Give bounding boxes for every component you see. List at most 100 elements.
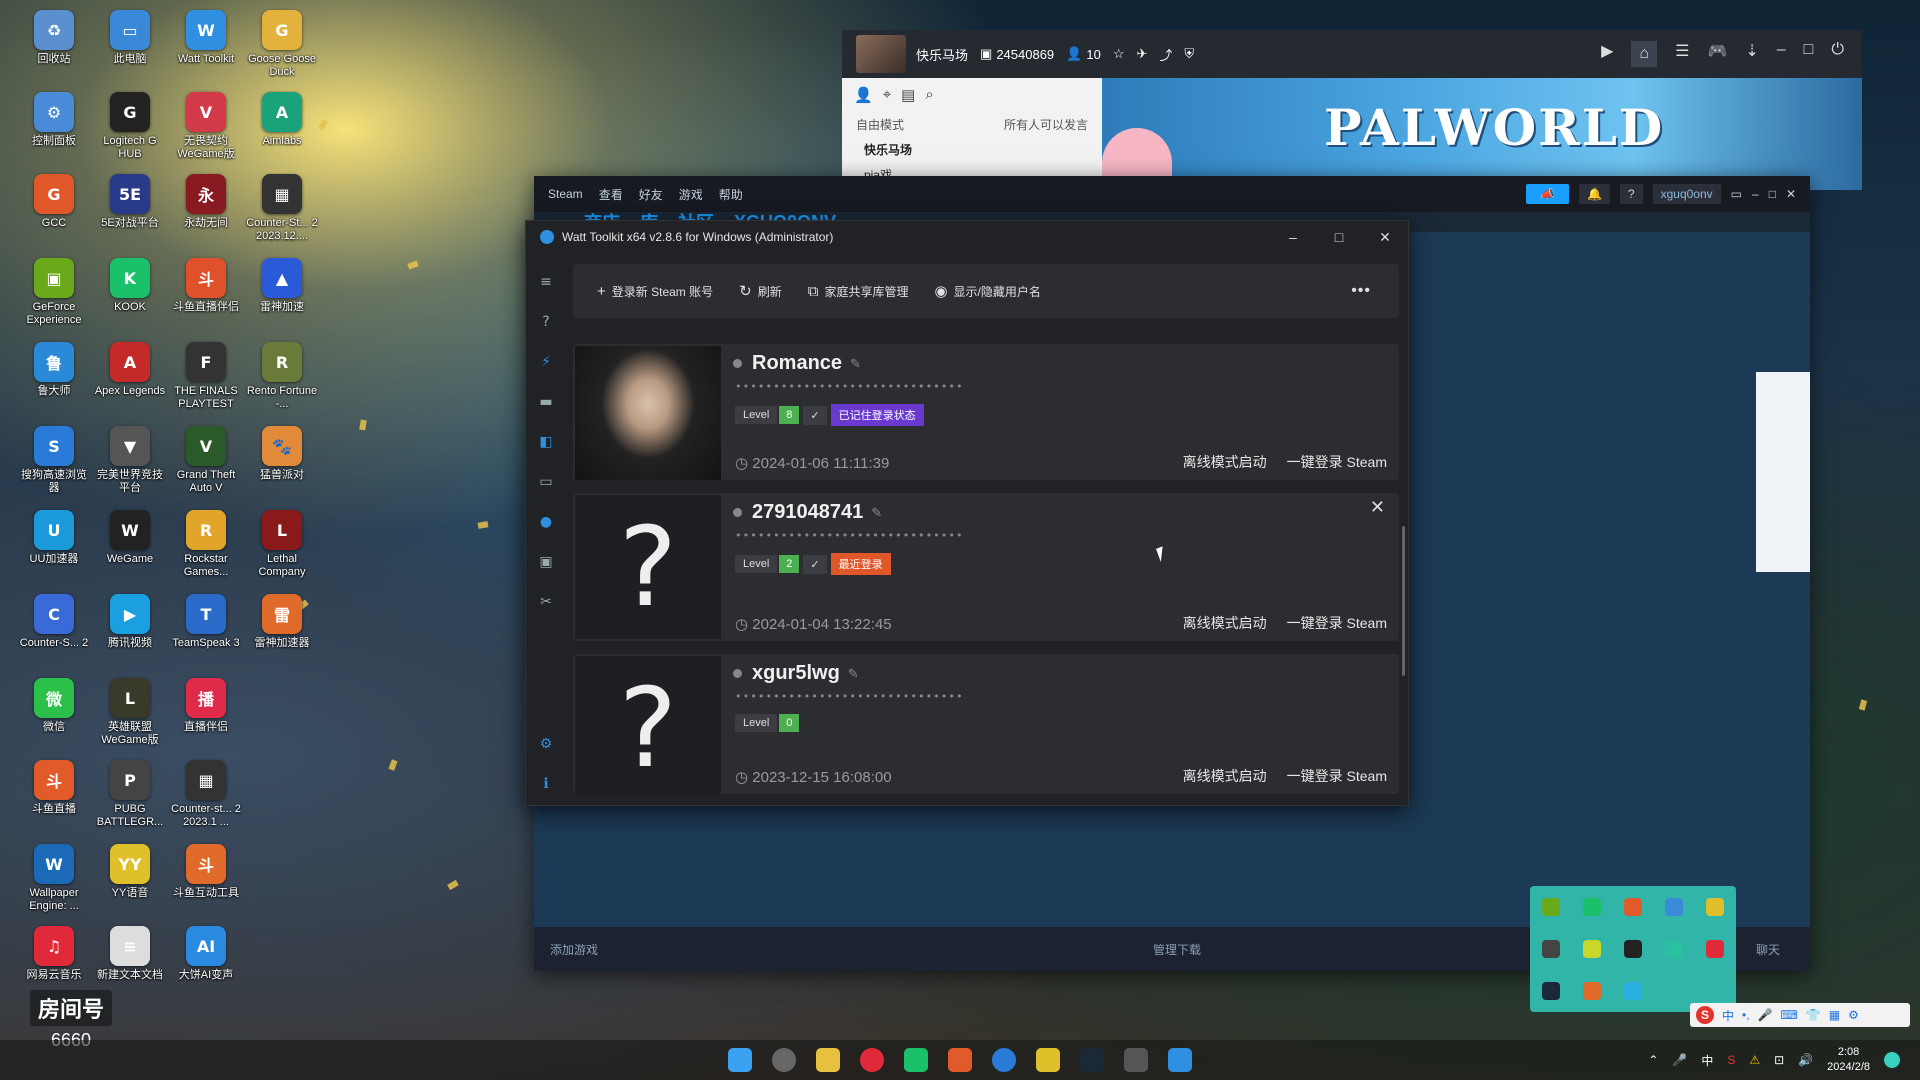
menu-friends[interactable]: 好友 (639, 186, 663, 203)
plane-icon[interactable]: ✈ (1136, 46, 1147, 62)
account-card[interactable]: ? xgur5lwg ✎ ••••••••••••••••••••••••••••••… (573, 654, 1399, 794)
desktop-icon[interactable]: ▶ 腾讯视频 (92, 594, 168, 650)
punct-icon[interactable]: •, (1742, 1008, 1750, 1022)
gamepad-icon[interactable]: 🎮 (1707, 41, 1727, 67)
clock[interactable]: 2:08 2024/2/8 (1827, 1045, 1870, 1075)
desktop-icon[interactable]: YY YY语音 (92, 844, 168, 900)
desktop-icon[interactable]: P PUBG BATTLEGR... (92, 760, 168, 829)
toggle-username-button[interactable]: ◉ 显示/隐藏用户名 (934, 282, 1040, 300)
friends-chat-button[interactable]: 聊天 (1756, 941, 1780, 958)
sogou-browser-icon[interactable] (992, 1048, 1016, 1072)
leishen-icon[interactable] (1582, 982, 1601, 1000)
desktop-icon[interactable]: G Goose Goose Duck (244, 10, 320, 79)
ime-lang[interactable]: 中 (1722, 1007, 1734, 1024)
shield-icon[interactable]: ● (535, 511, 557, 533)
yy-icon[interactable] (1706, 898, 1725, 916)
chevron-up-icon[interactable]: ⌃ (1648, 1053, 1658, 1067)
kook-icon[interactable] (904, 1048, 928, 1072)
desktop-icon[interactable]: 斗斗鱼直播伴侣 (168, 258, 244, 314)
desktop-icon[interactable]: T TeamSpeak 3 (168, 594, 244, 650)
douyu-icon[interactable] (1623, 898, 1642, 916)
monitor-icon[interactable]: ▭ (1731, 187, 1742, 201)
offline-start-button[interactable]: 离线模式启动 (1183, 766, 1267, 786)
sogou-icon[interactable]: S (1696, 1006, 1714, 1024)
login-new-steam-button[interactable]: + 登录新 Steam 账号 (597, 283, 713, 300)
desktop-icon[interactable]: 微微信 (16, 678, 92, 734)
desktop-icon[interactable]: ▦ Counter-St... 2 2023.12.... (244, 174, 320, 243)
desktop-icon[interactable]: 🐾 猛兽派对 (244, 426, 320, 482)
bluetooth-icon[interactable] (1665, 898, 1684, 916)
maximize-icon[interactable]: □ (1769, 187, 1776, 201)
audio-icon[interactable] (1665, 940, 1684, 958)
download-icon[interactable]: ⇣ (1745, 41, 1758, 67)
help-circle-icon[interactable]: ? (535, 311, 557, 333)
ime-toolbar[interactable]: S 中 •, 🎤 ⌨ 👕 ▦ ⚙ (1690, 1003, 1910, 1027)
explorer-icon[interactable] (816, 1048, 840, 1072)
desktop-icon[interactable]: V 无畏契约 WeGame版 (168, 92, 244, 161)
home-icon[interactable]: ⌂ (1631, 41, 1658, 67)
geforce-icon[interactable] (1582, 940, 1601, 958)
warning-icon[interactable]: ⚠ (1749, 1053, 1760, 1067)
scrollbar[interactable] (1402, 526, 1405, 676)
manage-downloads-button[interactable]: 管理下载 (1153, 941, 1201, 958)
lightning-icon[interactable]: ⚡ (535, 351, 557, 373)
keyboard-icon[interactable]: ⌨ (1781, 1008, 1798, 1022)
desktop-icon[interactable]: W WeGame (92, 510, 168, 566)
desktop-icon[interactable]: 永永劫无间 (168, 174, 244, 230)
star-icon[interactable]: ☆ (1113, 46, 1125, 62)
list-icon[interactable]: ☰ (1675, 41, 1689, 67)
minimize-icon[interactable]: – (1270, 229, 1316, 246)
menu-view[interactable]: 查看 (599, 186, 623, 203)
close-icon[interactable]: ✕ (1362, 229, 1408, 246)
gear-icon[interactable]: ⚙ (1848, 1008, 1859, 1022)
maximize-icon[interactable]: □ (1804, 41, 1814, 67)
account-menu[interactable]: xguq0onv (1652, 184, 1721, 204)
edit-icon[interactable]: ✎ (850, 356, 861, 372)
watt-toolkit-icon[interactable] (1168, 1048, 1192, 1072)
shield-icon[interactable]: ⛨ (1184, 46, 1194, 62)
perfect-world-icon[interactable] (1124, 1048, 1148, 1072)
minimize-icon[interactable]: – (1752, 187, 1759, 201)
offline-start-button[interactable]: 离线模式启动 (1183, 613, 1267, 633)
desktop-icon[interactable]: A Aimlabs (244, 92, 320, 148)
steam-accounts-icon[interactable]: ◧ (535, 431, 557, 453)
mic-icon[interactable]: 🎤 (1672, 1053, 1687, 1067)
edit-icon[interactable]: ✎ (848, 666, 859, 682)
desktop-icon[interactable]: F THE FINALS PLAYTEST (168, 342, 244, 411)
sogou-icon[interactable]: S (1727, 1053, 1735, 1067)
account-card[interactable]: ? 2791048741 ✎ ••••••••••••••••••••••••••••… (573, 493, 1399, 641)
grid-icon[interactable]: ▦ (1829, 1008, 1840, 1022)
share-icon[interactable]: ⤴ (1159, 45, 1172, 64)
desktop-icon[interactable]: AI 大饼AI变声 (168, 926, 244, 982)
search-icon[interactable] (772, 1048, 796, 1072)
more-button[interactable]: ••• (1351, 282, 1371, 300)
mic-icon[interactable]: 🎤 (1758, 1008, 1773, 1022)
desktop-icon[interactable]: 雷雷神加速器 (244, 594, 320, 650)
desktop-icon[interactable]: U UU加速器 (16, 510, 92, 566)
minimize-icon[interactable]: – (1777, 41, 1786, 67)
steam-icon[interactable] (1080, 1048, 1104, 1072)
start-icon[interactable] (728, 1048, 752, 1072)
desktop-icon[interactable]: 播直播伴侣 (168, 678, 244, 734)
desktop-icon[interactable]: K KOOK (92, 258, 168, 314)
offline-start-button[interactable]: 离线模式启动 (1183, 452, 1267, 472)
notification-icon[interactable] (1884, 1052, 1900, 1068)
desktop-icon[interactable]: V Grand Theft Auto V (168, 426, 244, 495)
desktop-icon[interactable]: L 英雄联盟 WeGame版 (92, 678, 168, 747)
edit-icon[interactable]: ✎ (871, 505, 882, 521)
ime-indicator[interactable]: 中 (1701, 1052, 1713, 1069)
desktop-icon[interactable]: C Counter-S... 2 (16, 594, 92, 650)
menu-steam[interactable]: Steam (548, 187, 583, 201)
desktop-icon[interactable]: ▭ 此电脑 (92, 10, 168, 66)
desktop-icon[interactable]: W Watt Toolkit (168, 10, 244, 66)
store-icon[interactable]: ▬ (535, 391, 557, 413)
one-click-login-button[interactable]: 一键登录 Steam (1287, 613, 1387, 633)
desktop-icon[interactable]: ♫ 网易云音乐 (16, 926, 92, 982)
maximize-icon[interactable]: □ (1316, 229, 1362, 246)
desktop-icon[interactable]: A Apex Legends (92, 342, 168, 398)
menu-icon[interactable]: ≡ (535, 271, 557, 293)
desktop-icon[interactable]: ▣ GeForce Experience (16, 258, 92, 327)
add-game-button[interactable]: 添加游戏 (550, 941, 598, 958)
video-icon[interactable]: ▶ (1601, 41, 1613, 67)
menu-games[interactable]: 游戏 (679, 186, 703, 203)
